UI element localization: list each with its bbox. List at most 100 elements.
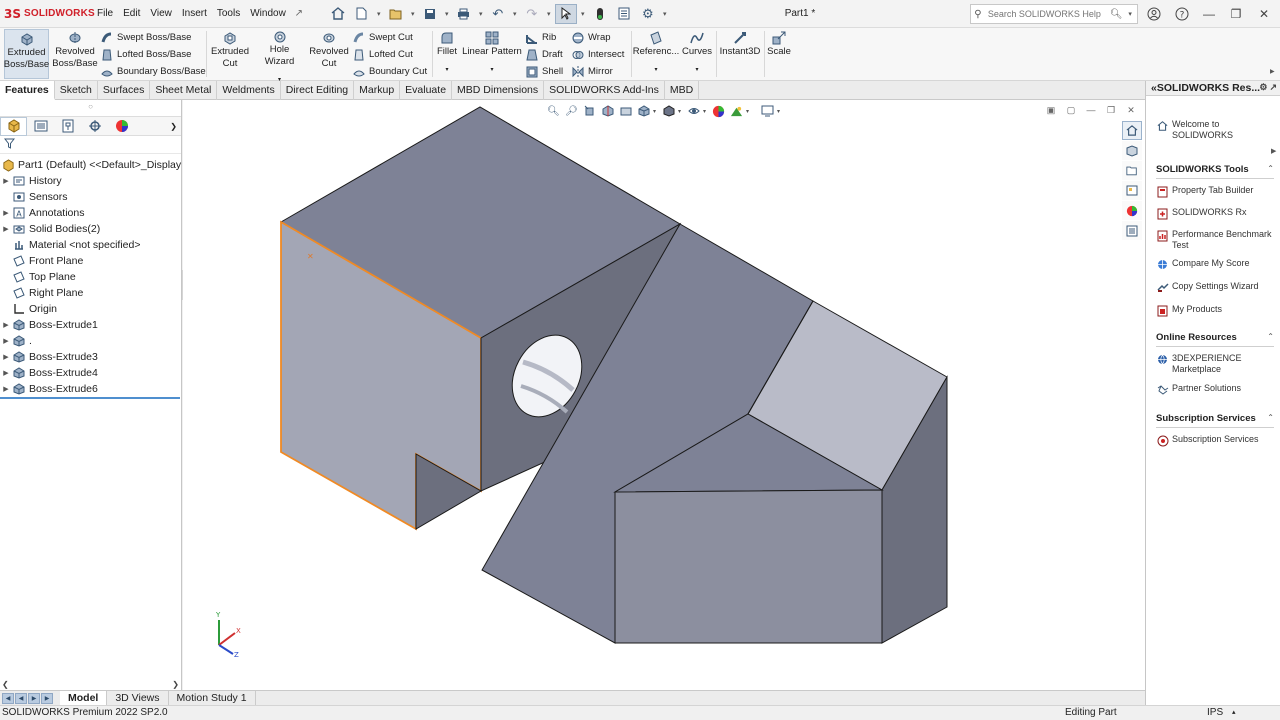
menu-insert[interactable]: Insert (177, 0, 212, 28)
tree-item[interactable]: Sensors (0, 189, 181, 205)
manager-tabs-scroll-icon[interactable]: ❯ (170, 122, 177, 131)
design-library-tab-icon[interactable] (1122, 141, 1142, 160)
previous-tab-icon[interactable]: ◀ (15, 692, 27, 704)
property-tab-builder-link[interactable]: Property Tab Builder (1156, 185, 1274, 198)
swept-cut-button[interactable]: Swept Cut (352, 29, 413, 46)
fillet-button[interactable]: Fillet ▾ (434, 29, 460, 79)
unit-system-dropdown-icon[interactable]: ▴ (1232, 706, 1236, 720)
next-tab-icon[interactable]: ▶ (28, 692, 40, 704)
select-dropdown-icon[interactable]: ▾ (579, 10, 587, 18)
boundary-boss-button[interactable]: Boundary Boss/Base (100, 63, 206, 80)
tree-item[interactable]: ▶ Solid Bodies(2) (0, 221, 181, 237)
new-dropdown-icon[interactable]: ▾ (375, 10, 383, 18)
wrap-button[interactable]: Wrap (571, 29, 611, 46)
file-properties-icon[interactable] (613, 4, 635, 24)
tree-item[interactable]: ▶ A Annotations (0, 205, 181, 221)
tree-filter[interactable] (0, 136, 181, 154)
expand-arrow-icon[interactable]: ▶ (0, 177, 12, 185)
task-pane-pin-icon[interactable]: ↗ (1269, 82, 1277, 93)
extruded-boss-button[interactable]: Extruded Boss/Base (4, 29, 49, 79)
tree-root[interactable]: Part1 (Default) <<Default>_Display S (0, 157, 181, 173)
solidworks-tools-header[interactable]: SOLIDWORKS Tools ⌃ (1156, 164, 1274, 179)
expand-arrow-icon[interactable]: ▶ (0, 209, 12, 217)
graphics-area[interactable]: 🔍︎ 🔎︎ ▾ ▾ ▾ ▾ ▾ ▣ ▢ — ❐ ✕ ✕ Y X Z (183, 100, 1145, 690)
tree-item[interactable]: ▶ Boss-Extrude3 (0, 349, 181, 365)
dimxpert-manager-tab-icon[interactable] (81, 117, 108, 136)
lofted-boss-button[interactable]: Lofted Boss/Base (100, 46, 191, 63)
solidworks-rx-link[interactable]: SOLIDWORKS Rx (1156, 207, 1274, 220)
undo-icon[interactable]: ↶ (487, 4, 509, 24)
tab-direct-editing[interactable]: Direct Editing (281, 81, 355, 100)
restore-icon[interactable]: ❐ (1224, 3, 1248, 25)
mirror-button[interactable]: Mirror (571, 63, 613, 80)
menu-file[interactable]: File (92, 0, 118, 28)
display-manager-tab-icon[interactable] (108, 117, 135, 136)
help-icon[interactable]: ? (1170, 3, 1194, 25)
first-tab-icon[interactable]: ◀ (2, 692, 14, 704)
part-model-render[interactable]: ✕ Y X Z (183, 100, 1145, 690)
unit-system[interactable]: IPS (1207, 706, 1223, 720)
tree-item[interactable]: ▶ Boss-Extrude4 (0, 365, 181, 381)
select-arrow-icon[interactable] (554, 3, 577, 24)
ribbon-scroll-right-icon[interactable]: ▶ (1270, 68, 1275, 75)
solidworks-logo[interactable]: 3S SOLIDWORKS (0, 7, 95, 21)
tree-item[interactable]: ▶ Boss-Extrude6 (0, 381, 181, 397)
linear-pattern-dropdown-icon[interactable]: ▾ (490, 64, 493, 76)
fillet-dropdown-icon[interactable]: ▾ (445, 64, 448, 76)
expand-arrow-icon[interactable]: ▶ (0, 353, 12, 361)
compare-my-score-link[interactable]: Compare My Score (1156, 258, 1274, 271)
custom-properties-tab-icon[interactable] (1122, 221, 1142, 240)
tree-item[interactable]: Right Plane (0, 285, 181, 301)
file-explorer-tab-icon[interactable] (1122, 161, 1142, 180)
task-pane-settings-icon[interactable]: ⚙ (1259, 82, 1267, 93)
intersect-button[interactable]: Intersect (571, 46, 624, 63)
close-icon[interactable]: ✕ (1252, 3, 1276, 25)
menu-view[interactable]: View (145, 0, 177, 28)
hole-wizard-button[interactable]: Hole Wizard ▾ (254, 29, 305, 83)
tab-solidworks-add-ins[interactable]: SOLIDWORKS Add-Ins (544, 81, 665, 100)
curves-button[interactable]: Curves ▾ (681, 29, 713, 79)
save-icon[interactable] (419, 4, 441, 24)
new-document-icon[interactable] (351, 4, 373, 24)
tab-3d-views[interactable]: 3D Views (107, 690, 169, 706)
revolved-boss-button[interactable]: Revolved Boss/Base (52, 29, 98, 79)
subscription-services-link[interactable]: Subscription Services (1156, 434, 1274, 447)
menu-window[interactable]: Window (245, 0, 291, 28)
tree-item[interactable]: ▶ History (0, 173, 181, 189)
online-resources-header[interactable]: Online Resources ⌃ (1156, 332, 1274, 347)
performance-benchmark-link[interactable]: Performance Benchmark Test (1156, 229, 1274, 251)
panel-handle[interactable]: ○ (0, 100, 181, 116)
expand-arrow-icon[interactable]: ▶ (0, 369, 12, 377)
draft-button[interactable]: Draft (525, 46, 563, 63)
task-pane-scroll-icon[interactable]: ▶ (1271, 147, 1280, 161)
tab-mbd-dimensions[interactable]: MBD Dimensions (452, 81, 545, 100)
curves-dropdown-icon[interactable]: ▾ (695, 64, 698, 76)
instant3d-button[interactable]: Instant3D (718, 29, 762, 79)
subscription-services-header[interactable]: Subscription Services ⌃ (1156, 413, 1274, 428)
minimize-icon[interactable]: — (1197, 3, 1221, 25)
copy-settings-wizard-link[interactable]: Copy Settings Wizard (1156, 281, 1274, 294)
scroll-right-icon[interactable]: ❯ (172, 680, 179, 689)
help-search-input[interactable] (984, 9, 1110, 19)
collapse-tools-icon[interactable]: ⌃ (1267, 164, 1274, 175)
pin-icon[interactable]: ↗ (291, 8, 307, 19)
filter-icon[interactable] (3, 138, 16, 152)
extruded-cut-button[interactable]: Extruded Cut (209, 29, 251, 79)
tab-surfaces[interactable]: Surfaces (98, 81, 151, 100)
redo-dropdown-icon[interactable]: ▾ (545, 10, 553, 18)
solidworks-resources-tab-icon[interactable] (1122, 121, 1142, 140)
tab-features[interactable]: Features (0, 81, 55, 100)
3dexperience-marketplace-link[interactable]: 3DEXPERIENCE Marketplace (1156, 353, 1274, 375)
tab-evaluate[interactable]: Evaluate (400, 81, 453, 100)
tree-item[interactable]: Origin (0, 301, 181, 317)
reference-geometry-button[interactable]: Referenc... ▾ (633, 29, 679, 79)
print-dropdown-icon[interactable]: ▾ (477, 10, 485, 18)
account-icon[interactable] (1142, 3, 1166, 25)
expand-arrow-icon[interactable]: ▶ (0, 337, 12, 345)
rib-button[interactable]: Rib (525, 29, 556, 46)
tab-weldments[interactable]: Weldments (217, 81, 281, 100)
tab-markup[interactable]: Markup (354, 81, 401, 100)
lofted-cut-button[interactable]: Lofted Cut (352, 46, 413, 63)
reference-dropdown-icon[interactable]: ▾ (654, 64, 657, 76)
expand-arrow-icon[interactable]: ▶ (0, 225, 12, 233)
